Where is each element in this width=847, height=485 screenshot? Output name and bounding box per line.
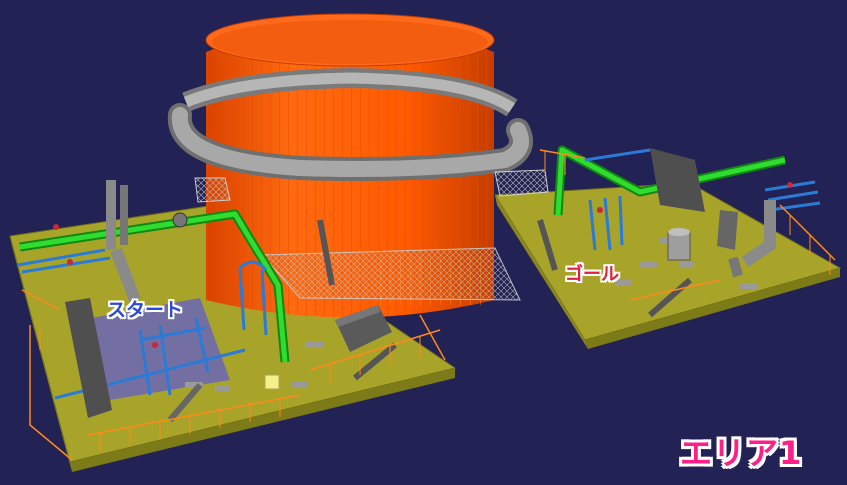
scene-canvas [0, 0, 847, 485]
goal-label: ゴール [565, 264, 619, 285]
start-label: スタート [107, 299, 184, 321]
area-title: エリア1 [680, 434, 803, 472]
game-viewport[interactable]: スタート ゴール エリア1 [0, 0, 847, 485]
